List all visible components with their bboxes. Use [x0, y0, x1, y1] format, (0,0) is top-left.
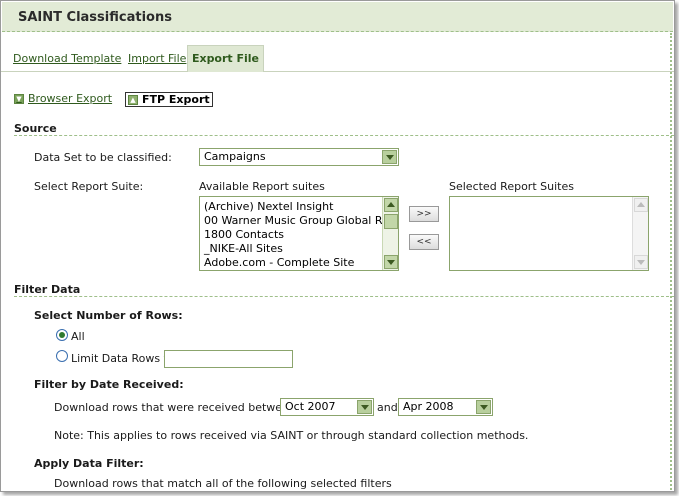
selected-suites-list[interactable] — [449, 196, 649, 271]
available-suites-label: Available Report suites — [199, 180, 325, 193]
radio-limit-rows[interactable] — [56, 350, 68, 362]
radio-all[interactable] — [56, 329, 68, 341]
panel-edge — [670, 33, 672, 491]
page-title: SAINT Classifications — [18, 10, 172, 25]
dataset-label: Data Set to be classified: — [34, 151, 172, 164]
scrollbar-thumb[interactable] — [384, 214, 398, 229]
divider — [14, 135, 674, 136]
date-note: Note: This applies to rows received via … — [54, 429, 529, 442]
dataset-select-value: Campaigns — [204, 150, 266, 163]
report-suite-label: Select Report Suite: — [34, 180, 144, 193]
chevron-down-icon[interactable] — [382, 150, 397, 164]
date-from-select[interactable]: Oct 2007 — [280, 398, 374, 416]
radio-limit-label: Limit Data Rows to — [71, 352, 175, 365]
collapse-arrow-icon: ▲ — [128, 94, 138, 105]
scroll-up-icon[interactable] — [384, 198, 398, 212]
radio-all-label: All — [71, 330, 85, 343]
date-from-value: Oct 2007 — [285, 400, 336, 413]
scroll-up-icon[interactable] — [634, 198, 648, 212]
list-item[interactable]: (Archive) Nextel Insight — [204, 200, 333, 213]
scrollbar[interactable] — [632, 197, 648, 270]
chevron-down-icon[interactable] — [357, 400, 372, 414]
saint-classifications-panel: SAINT Classifications Download Template … — [0, 0, 675, 492]
list-item[interactable]: 1800 Contacts — [204, 228, 284, 241]
list-item[interactable]: _NIKE-All Sites — [204, 242, 283, 255]
limit-rows-input[interactable] — [164, 350, 293, 368]
chevron-down-icon[interactable] — [476, 400, 491, 414]
divider — [14, 296, 674, 297]
add-suite-button[interactable]: >> — [409, 206, 439, 222]
tab-download-template[interactable]: Download Template — [13, 52, 121, 65]
ftp-export-label: FTP Export — [142, 93, 210, 106]
apply-filter-heading: Apply Data Filter: — [34, 457, 144, 470]
tab-import-file[interactable]: Import File — [128, 52, 186, 65]
date-to-select[interactable]: Apr 2008 — [398, 398, 493, 416]
tab-export-file[interactable]: Export File — [187, 45, 264, 72]
list-item[interactable]: Adobe.com - Complete Site — [204, 256, 354, 269]
filter-data-heading: Filter Data — [14, 283, 81, 296]
expand-arrow-icon: ▼ — [14, 93, 24, 104]
remove-suite-button[interactable]: << — [409, 234, 439, 250]
scroll-down-icon[interactable] — [384, 255, 398, 269]
date-heading: Filter by Date Received: — [34, 378, 184, 391]
date-range-text: Download rows that were received between — [54, 401, 296, 414]
selected-suites-label: Selected Report Suites — [449, 180, 574, 193]
dataset-select[interactable]: Campaigns — [199, 148, 399, 166]
ftp-export-link[interactable]: ▲ FTP Export — [125, 92, 213, 107]
list-item[interactable]: 00 Warner Music Group Global Rollup — [204, 214, 398, 227]
rows-heading: Select Number of Rows: — [34, 309, 183, 322]
scrollbar[interactable] — [382, 197, 398, 270]
apply-filter-text: Download rows that match all of the foll… — [54, 477, 392, 490]
panel-header: SAINT Classifications — [2, 2, 673, 32]
scroll-down-icon[interactable] — [634, 255, 648, 269]
available-suites-list[interactable]: (Archive) Nextel Insight 00 Warner Music… — [199, 196, 399, 271]
tab-bar: Download Template Import File Export Fil… — [1, 45, 674, 72]
browser-export-label: Browser Export — [28, 92, 113, 105]
source-heading: Source — [14, 122, 57, 135]
date-to-value: Apr 2008 — [403, 400, 454, 413]
browser-export-link[interactable]: ▼ Browser Export — [14, 92, 112, 105]
date-and-label: and — [377, 401, 398, 414]
